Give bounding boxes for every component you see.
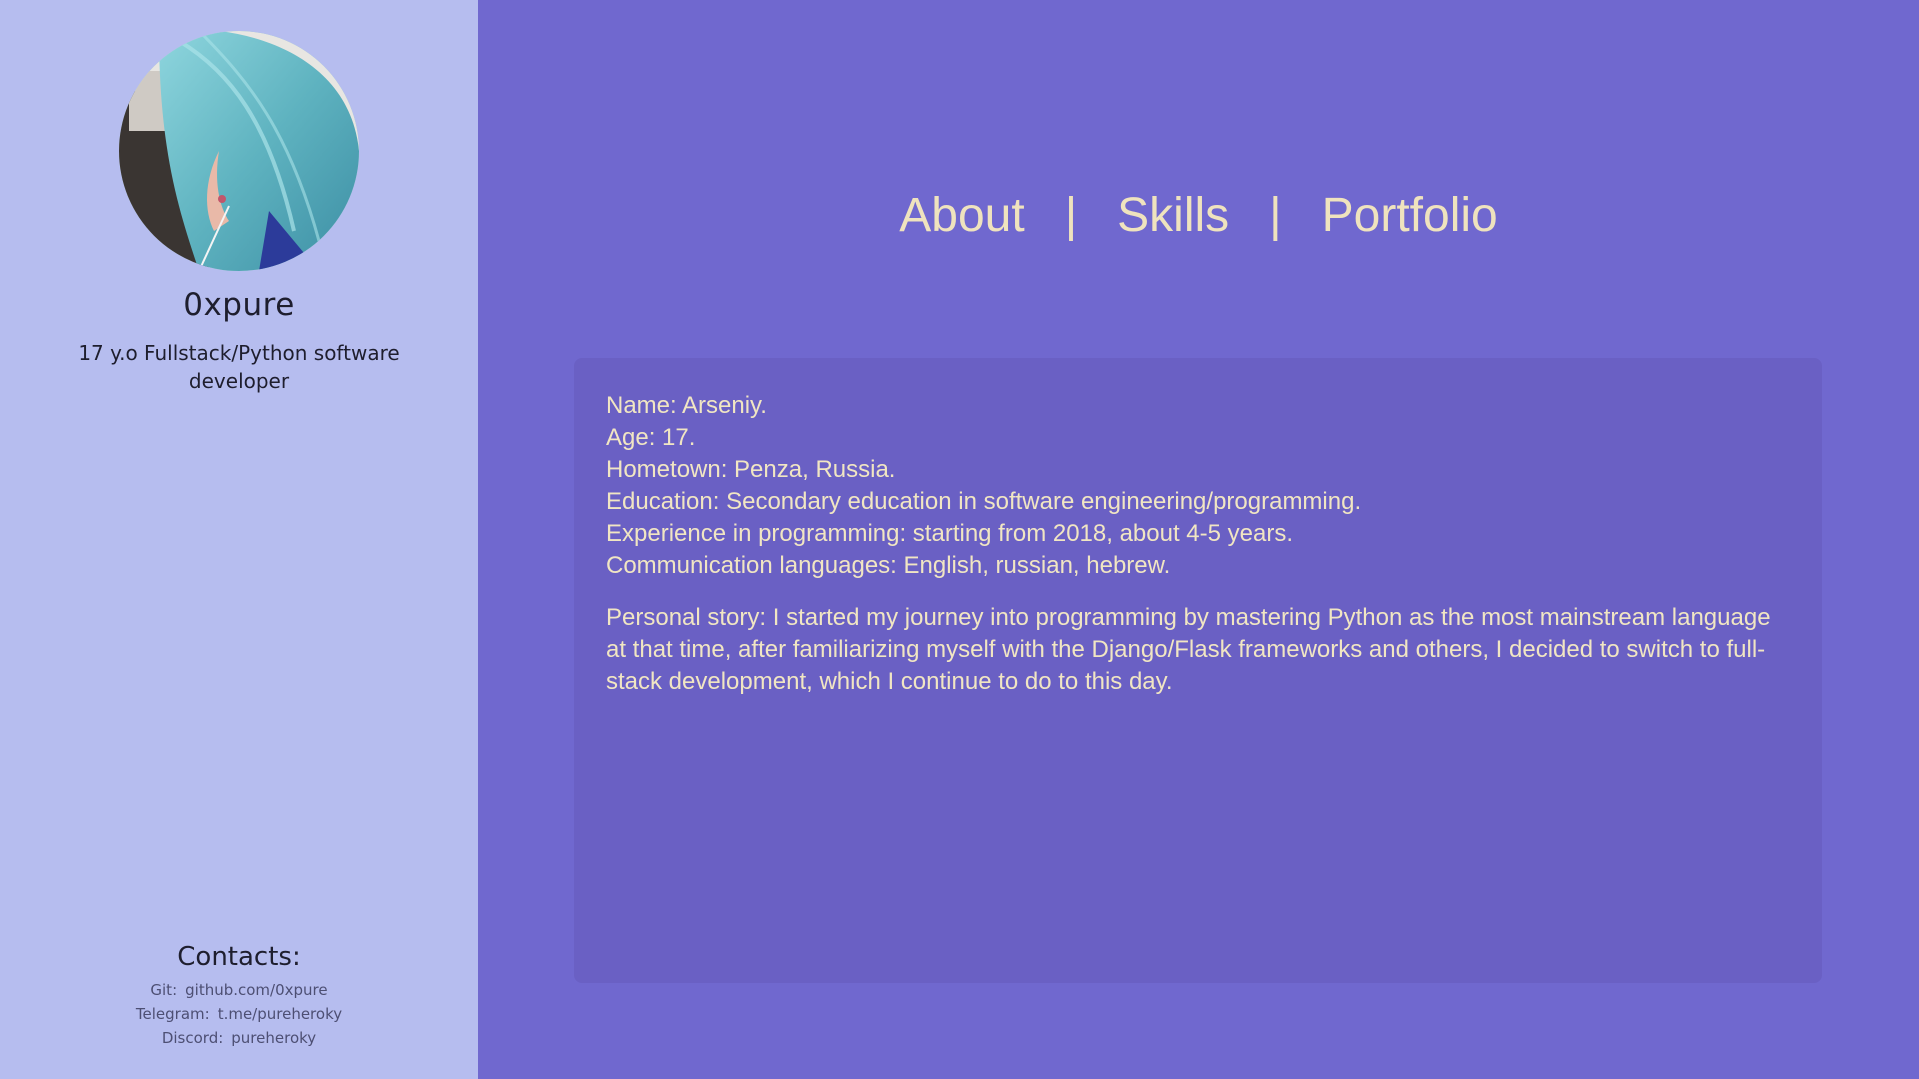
nav-separator: |	[1064, 189, 1078, 242]
contact-value[interactable]: pureheroky	[231, 1029, 316, 1047]
contact-git: Git: github.com/0xpure	[0, 978, 478, 1002]
nav-about[interactable]: About	[899, 189, 1024, 242]
contacts-section: Contacts: Git: github.com/0xpure Telegram…	[0, 942, 478, 1050]
about-age: Age: 17.	[606, 424, 696, 451]
about-card: Name: Arseniy. Age: 17. Hometown: Penza,…	[574, 358, 1822, 983]
contact-value[interactable]: github.com/0xpure	[185, 981, 327, 999]
contacts-title: Contacts:	[177, 942, 301, 972]
about-hometown: Hometown: Penza, Russia.	[606, 456, 896, 483]
contact-value[interactable]: t.me/pureheroky	[218, 1005, 342, 1023]
contact-label: Telegram:	[135, 1005, 210, 1023]
about-story: Personal story: I started my journey int…	[606, 604, 1771, 695]
contact-discord: Discord: pureheroky	[0, 1026, 478, 1050]
profile-tagline: 17 y.o Fullstack/Python software develop…	[78, 341, 400, 393]
profile-username: 0xpure	[183, 287, 295, 323]
about-experience: Experience in programming: starting from…	[606, 520, 1294, 547]
sidebar: 0xpure 17 y.o Fullstack/Python software …	[0, 0, 478, 1079]
contact-label: Discord:	[161, 1029, 224, 1047]
nav-skills[interactable]: Skills	[1117, 189, 1229, 242]
page: 0xpure 17 y.o Fullstack/Python software …	[0, 0, 1919, 1079]
avatar-image	[119, 31, 359, 271]
nav-separator: |	[1269, 189, 1282, 242]
contact-telegram: Telegram: t.me/pureheroky	[0, 1002, 478, 1026]
avatar	[119, 31, 359, 271]
contact-label: Git:	[150, 981, 178, 999]
nav-portfolio[interactable]: Portfolio	[1322, 189, 1498, 242]
top-nav: About | Skills | Portfolio	[478, 188, 1919, 243]
main-content: About | Skills | Portfolio Name: Arseniy. Ag…	[478, 0, 1919, 1079]
about-name: Name: Arseniy.	[606, 392, 767, 419]
about-education: Education: Secondary education in softwa…	[606, 488, 1362, 515]
about-languages: Communication languages: English, russia…	[606, 552, 1171, 579]
